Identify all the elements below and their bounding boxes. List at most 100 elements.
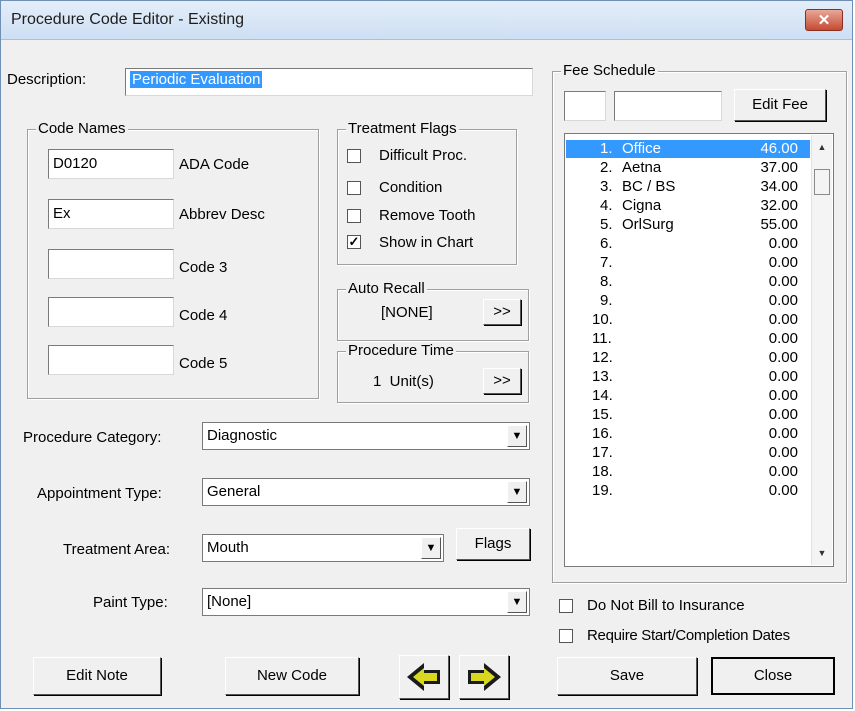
appointment-type-select[interactable]: General ▼ [202, 478, 530, 506]
code-3-input[interactable] [48, 249, 174, 279]
fee-row[interactable]: 10. 0.00 [566, 311, 810, 329]
fee-row-label: 1. [600, 140, 613, 157]
fee-row[interactable]: 4. Cigna 32.00 [566, 197, 810, 215]
fee-row-label: 3. [600, 178, 613, 195]
fee-row-name: Office [622, 140, 661, 157]
fee-row-name: Aetna [622, 159, 662, 176]
fee-row[interactable]: 11. 0.00 [566, 330, 810, 348]
procedure-category-select[interactable]: Diagnostic ▼ [202, 422, 530, 450]
fee-row-amount: 0.00 [768, 349, 798, 366]
procedure-category-value: Diagnostic [207, 427, 278, 444]
scroll-thumb[interactable] [814, 169, 830, 195]
close-button[interactable]: Close [711, 657, 835, 695]
chevron-down-icon[interactable]: ▼ [507, 481, 527, 503]
procedure-code-editor-window: Procedure Code Editor - Existing ✕ Descr… [0, 0, 853, 709]
fee-row[interactable]: 19. 0.00 [566, 482, 810, 500]
abbrev-desc-label: Abbrev Desc [179, 206, 265, 223]
close-window-button[interactable]: ✕ [805, 9, 843, 31]
flags-button[interactable]: Flags [456, 528, 530, 560]
edit-fee-button[interactable]: Edit Fee [734, 89, 826, 121]
difficult-proc-checkbox[interactable] [347, 149, 361, 163]
fee-row[interactable]: 6. 0.00 [566, 235, 810, 253]
procedure-time-legend: Procedure Time [346, 342, 456, 359]
scroll-up-icon[interactable]: ▲ [812, 137, 832, 157]
fee-row[interactable]: 3. BC / BS 34.00 [566, 178, 810, 196]
paint-type-select[interactable]: [None] ▼ [202, 588, 530, 616]
fee-schedule-legend: Fee Schedule [561, 62, 658, 79]
fee-row[interactable]: 13. 0.00 [566, 368, 810, 386]
fee-row-label: 15. [592, 406, 613, 423]
treatment-area-select[interactable]: Mouth ▼ [202, 534, 444, 562]
fee-row[interactable]: 1. Office 46.00 [566, 140, 810, 158]
previous-code-button[interactable] [399, 655, 449, 699]
fee-row-amount: 0.00 [768, 254, 798, 271]
fee-row-amount: 0.00 [768, 463, 798, 480]
description-label: Description: [7, 71, 87, 88]
fee-row-label: 18. [592, 463, 613, 480]
fee-row[interactable]: 5. OrlSurg 55.00 [566, 216, 810, 234]
window-title: Procedure Code Editor - Existing [11, 11, 244, 28]
fee-row-label: 4. [600, 197, 613, 214]
next-code-button[interactable] [459, 655, 509, 699]
fee-row[interactable]: 8. 0.00 [566, 273, 810, 291]
condition-checkbox[interactable] [347, 181, 361, 195]
condition-label: Condition [379, 179, 443, 196]
fee-number-input[interactable] [564, 91, 606, 121]
fee-row[interactable]: 12. 0.00 [566, 349, 810, 367]
fee-row[interactable]: 16. 0.00 [566, 425, 810, 443]
fee-row-amount: 0.00 [768, 387, 798, 404]
require-dates-checkbox[interactable] [559, 629, 573, 643]
fee-row-label: 19. [592, 482, 613, 499]
fee-row-amount: 0.00 [768, 235, 798, 252]
abbrev-desc-input[interactable]: Ex [48, 199, 174, 229]
fee-amount-input[interactable] [614, 91, 722, 121]
fee-row-label: 13. [592, 368, 613, 385]
procedure-time-value: 1 Unit(s) [373, 373, 434, 390]
fee-row-label: 11. [592, 330, 612, 347]
save-button[interactable]: Save [557, 657, 697, 695]
code-5-input[interactable] [48, 345, 174, 375]
ada-code-input[interactable]: D0120 [48, 149, 174, 179]
show-in-chart-checkbox[interactable]: ✓ [347, 235, 361, 249]
fee-row-amount: 0.00 [768, 330, 798, 347]
scroll-down-icon[interactable]: ▼ [812, 543, 832, 563]
code-5-label: Code 5 [179, 355, 228, 372]
auto-recall-button[interactable]: >> [483, 299, 521, 325]
procedure-time-button[interactable]: >> [483, 368, 521, 394]
description-input[interactable]: Periodic Evaluation [125, 68, 533, 96]
fee-row-amount: 0.00 [768, 425, 798, 442]
fee-row-label: 9. [600, 292, 613, 309]
fee-row[interactable]: 2. Aetna 37.00 [566, 159, 810, 177]
description-value: Periodic Evaluation [130, 71, 263, 88]
remove-tooth-checkbox[interactable] [347, 209, 361, 223]
fee-row[interactable]: 14. 0.00 [566, 387, 810, 405]
fee-row-amount: 0.00 [768, 292, 798, 309]
code-names-legend: Code Names [36, 120, 128, 137]
fee-schedule-list[interactable]: 1. Office 46.00 2. Aetna 37.00 3. BC / BS 34.00 4… [564, 133, 834, 567]
chevron-down-icon[interactable]: ▼ [507, 425, 527, 447]
fee-row[interactable]: 7. 0.00 [566, 254, 810, 272]
fee-row[interactable]: 17. 0.00 [566, 444, 810, 462]
paint-type-value: [None] [207, 593, 252, 610]
chevron-down-icon[interactable]: ▼ [507, 591, 527, 613]
fee-row[interactable]: 18. 0.00 [566, 463, 810, 481]
code-4-input[interactable] [48, 297, 174, 327]
fee-row[interactable]: 15. 0.00 [566, 406, 810, 424]
require-dates-label: Require Start/Completion Dates [587, 627, 790, 644]
fee-row-amount: 0.00 [768, 444, 798, 461]
fee-list-scrollbar[interactable]: ▲ ▼ [811, 135, 832, 565]
procedure-category-label: Procedure Category: [23, 429, 162, 446]
chevron-down-icon[interactable]: ▼ [421, 537, 441, 559]
fee-row-name: BC / BS [622, 178, 676, 195]
fee-row-amount: 0.00 [768, 273, 798, 290]
fee-row-amount: 32.00 [760, 197, 798, 214]
appointment-type-value: General [207, 483, 261, 500]
do-not-bill-label: Do Not Bill to Insurance [587, 597, 745, 614]
code-4-label: Code 4 [179, 307, 228, 324]
do-not-bill-checkbox[interactable] [559, 599, 573, 613]
paint-type-label: Paint Type: [93, 594, 168, 611]
new-code-button[interactable]: New Code [225, 657, 359, 695]
fee-row-label: 8. [600, 273, 613, 290]
fee-row[interactable]: 9. 0.00 [566, 292, 810, 310]
edit-note-button[interactable]: Edit Note [33, 657, 161, 695]
